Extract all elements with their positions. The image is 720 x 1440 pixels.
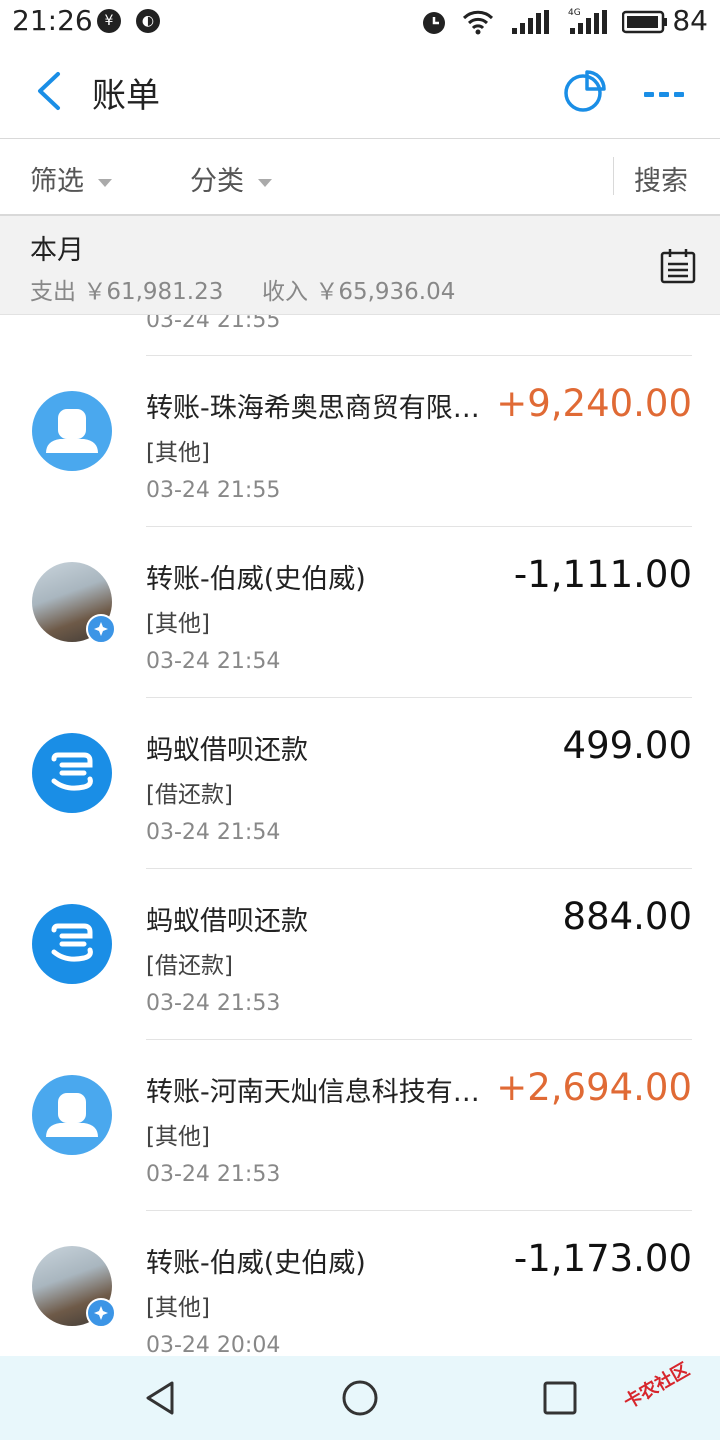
recent-apps-icon[interactable] <box>540 1378 580 1418</box>
income-amount: ￥65,936.04 <box>315 279 456 305</box>
transaction-category: [其他] <box>146 1124 210 1150</box>
transaction-name: 转账-伯威(史伯威) <box>146 564 366 595</box>
income-label: 收入 <box>262 279 308 305</box>
user-photo-avatar <box>32 1246 116 1328</box>
verified-badge-icon <box>86 1298 116 1328</box>
alarm-icon <box>423 12 445 34</box>
pie-chart-icon[interactable] <box>562 68 608 114</box>
transaction-amount: 499.00 <box>562 724 692 767</box>
transaction-category: [借还款] <box>146 953 233 979</box>
search-button[interactable]: 搜索 <box>634 159 688 198</box>
list-item[interactable]: 转账-河南天灿信息科技有限公司 [其他] 03-24 21:53 +2,694.… <box>0 1039 720 1210</box>
list-item[interactable]: 转账-珠海希奥思商贸有限公司 [其他] 03-24 21:55 +9,240.0… <box>0 355 720 526</box>
list-item-partial[interactable]: 03-24 21:55 <box>0 315 720 355</box>
signal-4g-icon: 4G <box>568 8 607 34</box>
transaction-amount: +2,694.00 <box>496 1066 692 1109</box>
transaction-time: 03-24 21:54 <box>146 649 281 674</box>
person-avatar-icon <box>32 391 112 471</box>
transaction-time: 03-24 21:55 <box>146 478 281 503</box>
transaction-amount: -1,111.00 <box>513 553 692 596</box>
transaction-time: 03-24 20:04 <box>146 1333 281 1355</box>
month-label: 本月 <box>30 235 84 266</box>
more-icon[interactable] <box>640 74 688 114</box>
huabei-loan-icon <box>32 733 112 813</box>
huabei-loan-icon <box>32 904 112 984</box>
back-triangle-icon[interactable] <box>140 1378 180 1418</box>
shield-icon: ¥ <box>97 9 121 33</box>
transaction-name: 蚂蚁借呗还款 <box>146 735 308 766</box>
expense-amount: ￥61,981.23 <box>83 279 224 305</box>
transaction-name: 蚂蚁借呗还款 <box>146 906 308 937</box>
list-item[interactable]: 转账-伯威(史伯威) [其他] 03-24 20:04 -1,173.00 <box>0 1210 720 1355</box>
app-notification-icon: ◐ <box>136 9 160 33</box>
divider <box>613 157 614 195</box>
chevron-down-icon <box>98 178 112 187</box>
divider <box>146 697 692 698</box>
transaction-category: [其他] <box>146 611 210 637</box>
transaction-name: 转账-河南天灿信息科技有限公司 <box>146 1077 486 1108</box>
transaction-time: 03-24 21:53 <box>146 991 281 1016</box>
transaction-category: [其他] <box>146 440 210 466</box>
transaction-time: 03-24 21:53 <box>146 1162 281 1187</box>
divider <box>146 526 692 527</box>
status-bar: 21:26 ¥ ◐ 4G 84 <box>0 0 720 44</box>
wifi-icon <box>462 10 494 35</box>
transaction-category: [其他] <box>146 1295 210 1321</box>
transaction-amount: +9,240.00 <box>496 382 692 425</box>
battery-icon <box>622 10 667 34</box>
expense-label: 支出 <box>30 279 76 305</box>
filter-dropdown[interactable]: 筛选 <box>30 159 112 198</box>
month-totals: 支出 ￥61,981.23 收入 ￥65,936.04 <box>30 272 455 306</box>
chevron-down-icon <box>258 178 272 187</box>
filter-label: 筛选 <box>30 166 84 197</box>
divider <box>146 1210 692 1211</box>
transaction-amount: 884.00 <box>562 895 692 938</box>
list-item[interactable]: 蚂蚁借呗还款 [借还款] 03-24 21:54 499.00 <box>0 697 720 868</box>
transaction-time: 03-24 21:55 <box>146 315 281 333</box>
transaction-amount: -1,173.00 <box>513 1237 692 1280</box>
category-label: 分类 <box>190 166 244 197</box>
battery-level: 84 <box>672 4 708 37</box>
svg-text:4G: 4G <box>568 8 581 18</box>
calendar-icon[interactable] <box>660 248 696 284</box>
list-item[interactable]: 蚂蚁借呗还款 [借还款] 03-24 21:53 884.00 <box>0 868 720 1039</box>
user-photo-avatar <box>32 562 116 644</box>
verified-badge-icon <box>86 614 116 644</box>
transaction-name: 转账-珠海希奥思商贸有限公司 <box>146 393 486 424</box>
divider <box>146 1039 692 1040</box>
list-item[interactable]: 转账-伯威(史伯威) [其他] 03-24 21:54 -1,111.00 <box>0 526 720 697</box>
transaction-category: [借还款] <box>146 782 233 808</box>
app-header: 账单 <box>0 44 720 139</box>
category-dropdown[interactable]: 分类 <box>190 159 272 198</box>
divider <box>146 355 692 356</box>
system-nav-bar <box>0 1356 720 1440</box>
transaction-time: 03-24 21:54 <box>146 820 281 845</box>
person-avatar-icon <box>32 1075 112 1155</box>
filter-bar: 筛选 分类 搜索 <box>0 139 720 216</box>
home-circle-icon[interactable] <box>340 1378 380 1418</box>
divider <box>146 868 692 869</box>
signal-icon <box>512 10 549 34</box>
page-title: 账单 <box>92 76 160 116</box>
status-time: 21:26 <box>12 4 93 37</box>
transaction-list[interactable]: 03-24 21:55 转账-珠海希奥思商贸有限公司 [其他] 03-24 21… <box>0 315 720 1355</box>
transaction-name: 转账-伯威(史伯威) <box>146 1248 366 1279</box>
back-button[interactable] <box>30 68 70 114</box>
month-summary: 本月 支出 ￥61,981.23 收入 ￥65,936.04 <box>0 216 720 315</box>
